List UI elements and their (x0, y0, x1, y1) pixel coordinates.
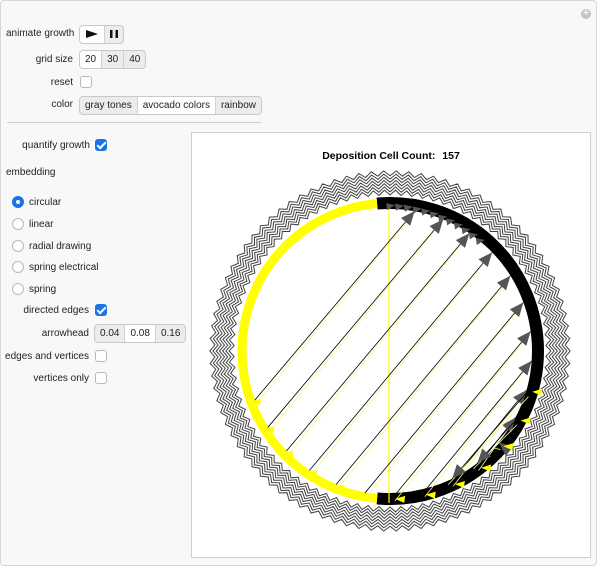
arrowhead (518, 360, 532, 376)
pause-button[interactable] (104, 26, 123, 43)
reset-checkbox[interactable] (80, 76, 92, 88)
plot-panel: Deposition Cell Count: 157 (191, 132, 591, 558)
play-button[interactable] (80, 26, 104, 43)
outer-edge-ring (218, 179, 561, 523)
vertices-only-label: vertices only (33, 373, 89, 384)
grid-size-label: grid size (35, 54, 73, 65)
radio-circular[interactable] (12, 196, 24, 208)
radio-spring-label: spring (29, 284, 57, 295)
color-setter: gray tones avocado colors rainbow (79, 96, 262, 115)
color-gray-tones[interactable]: gray tones (80, 97, 137, 114)
directed-edge-light (267, 225, 440, 434)
directed-edge-light (286, 239, 466, 458)
quantify-growth-label: quantify growth (22, 140, 90, 151)
grid-size-40[interactable]: 40 (123, 51, 145, 68)
edges-and-vertices-label: edges and vertices (5, 351, 89, 362)
arrowhead (429, 219, 444, 234)
arrowhead (401, 211, 415, 226)
radio-circular-label: circular (29, 197, 62, 208)
reset-label: reset (50, 77, 73, 88)
arrowhead (509, 302, 524, 318)
directed-edge (286, 233, 470, 452)
edges-and-vertices-checkbox[interactable] (95, 350, 107, 362)
grid-size-20[interactable]: 20 (80, 51, 102, 68)
plus-icon[interactable]: + (581, 9, 591, 19)
directed-edge (267, 219, 444, 428)
color-avocado[interactable]: avocado colors (136, 97, 215, 114)
animation-controls (79, 25, 124, 44)
outer-edge-ring (228, 189, 552, 513)
arrowhead (496, 275, 511, 291)
directed-edge (254, 210, 415, 401)
arrowhead (455, 233, 470, 248)
directed-edge-light (309, 258, 489, 477)
play-icon (86, 30, 98, 39)
arrowhead-setter: 0.04 0.08 0.16 (94, 324, 187, 343)
arrowhead (478, 252, 493, 267)
radio-spring[interactable] (12, 283, 24, 295)
embedding-label: embedding (6, 167, 56, 178)
radio-linear-label: linear (29, 219, 54, 230)
directed-edges-checkbox[interactable] (95, 304, 107, 316)
directed-edge (309, 252, 493, 471)
quantify-growth-checkbox[interactable] (95, 139, 107, 151)
radio-spring-electrical-label: spring electrical (29, 262, 99, 273)
pause-icon (110, 30, 118, 39)
radio-linear[interactable] (12, 218, 24, 230)
arrowhead (517, 331, 531, 346)
radio-spring-electrical[interactable] (12, 261, 24, 273)
outer-edge-ring (215, 176, 565, 526)
directed-edges-label: directed edges (23, 305, 89, 316)
graph-plot (209, 170, 571, 532)
arrowhead-0-04[interactable]: 0.04 (95, 325, 124, 342)
grid-size-setter: 20 30 40 (79, 50, 147, 69)
arrowhead-0-16[interactable]: 0.16 (154, 325, 185, 342)
outer-edge-ring (225, 186, 555, 516)
divider (7, 122, 261, 123)
grid-size-30[interactable]: 30 (101, 51, 123, 68)
arrowhead-label: arrowhead (41, 328, 89, 339)
vertices-only-checkbox[interactable] (95, 372, 107, 384)
color-rainbow[interactable]: rainbow (214, 97, 261, 114)
outer-edge-ring (209, 170, 571, 532)
radio-radial-drawing[interactable] (12, 240, 24, 252)
animate-growth-label: animate growth (6, 28, 75, 39)
arrowhead-0-08[interactable]: 0.08 (124, 325, 155, 342)
color-label: color (51, 99, 73, 110)
radio-radial-drawing-label: radial drawing (29, 241, 92, 252)
